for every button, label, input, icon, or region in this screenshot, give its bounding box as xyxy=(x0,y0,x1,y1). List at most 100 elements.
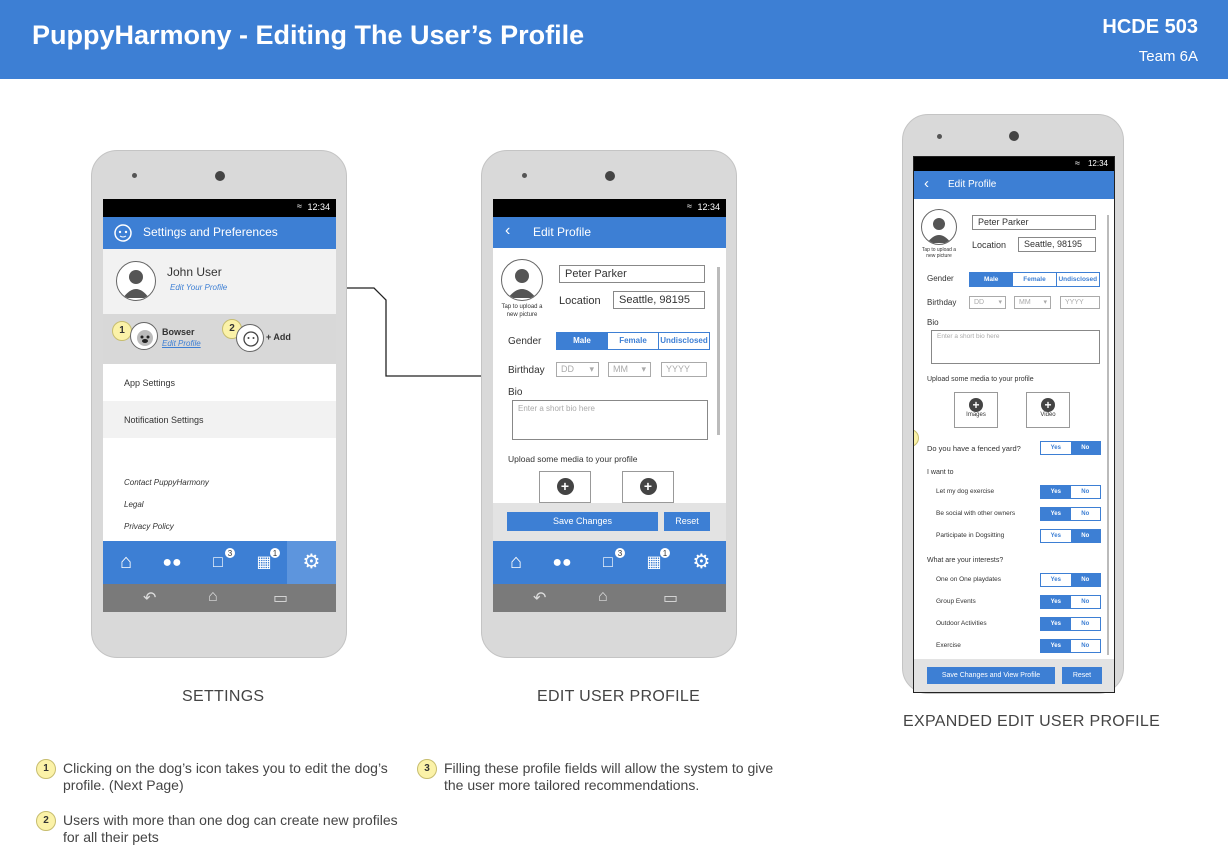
calendar-icon[interactable]: ▦ xyxy=(241,541,287,584)
no-option[interactable]: No xyxy=(1070,442,1100,454)
name-field[interactable]: Peter Parker xyxy=(559,265,705,283)
add-dog-button[interactable]: + Add xyxy=(266,332,291,342)
no-option[interactable]: No xyxy=(1070,486,1100,498)
birthday-year-field[interactable]: YYYY xyxy=(661,362,707,377)
dog-edit-profile-link[interactable]: Edit Profile xyxy=(162,339,201,348)
upload-video-button[interactable]: + Video xyxy=(1026,392,1070,428)
want-item-social: Be social with other owners xyxy=(936,510,1016,517)
note-1-marker: 1 xyxy=(36,759,56,779)
home-button-icon[interactable]: ⌂ xyxy=(208,588,218,606)
gender-female[interactable]: Female xyxy=(1012,273,1056,286)
screen-edit-profile: ≈ 12:34 ‹ Edit Profile Tap to upload a n… xyxy=(493,199,726,612)
sensor-dot xyxy=(937,134,942,139)
gear-icon[interactable]: ⚙ xyxy=(287,541,336,584)
gender-undisclosed[interactable]: Undisclosed xyxy=(1055,273,1099,286)
yes-option[interactable]: Yes xyxy=(1041,618,1071,630)
back-icon[interactable]: ↶ xyxy=(143,588,156,608)
plus-icon: + xyxy=(639,478,657,495)
profile-picture[interactable] xyxy=(921,209,957,245)
yes-option[interactable]: Yes xyxy=(1041,442,1071,454)
edit-your-profile-link[interactable]: Edit Your Profile xyxy=(170,283,227,292)
profile-picture[interactable] xyxy=(501,259,543,301)
interests-label: What are your interests? xyxy=(927,557,1004,564)
images-label: Images xyxy=(966,412,986,418)
upload-video-button[interactable]: + xyxy=(622,471,674,503)
add-dog-avatar[interactable] xyxy=(236,324,264,352)
caption-settings: SETTINGS xyxy=(182,688,265,705)
app-bar: Settings and Preferences xyxy=(103,217,336,249)
people-icon[interactable]: ●● xyxy=(539,541,585,584)
name-field[interactable]: Peter Parker xyxy=(972,215,1096,230)
menu-item-notification-settings[interactable]: Notification Settings xyxy=(103,401,336,438)
note-2-marker: 2 xyxy=(36,811,56,831)
back-arrow-icon[interactable]: ‹ xyxy=(924,175,929,192)
birthday-day-select[interactable]: DD ▾ xyxy=(556,362,599,377)
chevron-down-icon: ▾ xyxy=(641,364,646,374)
user-avatar[interactable] xyxy=(116,261,156,301)
calendar-badge: 1 xyxy=(659,547,671,559)
back-icon[interactable]: ↶ xyxy=(533,588,546,608)
no-option[interactable]: No xyxy=(1070,618,1100,630)
recents-icon[interactable]: ▭ xyxy=(663,588,678,608)
upload-images-button[interactable]: + Images xyxy=(954,392,998,428)
birthday-month-select[interactable]: MM ▾ xyxy=(1014,296,1051,309)
messages-badge: 3 xyxy=(224,547,236,559)
gear-icon[interactable]: ⚙ xyxy=(677,541,726,584)
location-field[interactable]: Seattle, 98195 xyxy=(1018,237,1096,252)
save-and-view-button[interactable]: Save Changes and View Profile xyxy=(927,667,1055,684)
interest-playdates-toggle: Yes No xyxy=(1040,573,1101,587)
messages-icon[interactable]: □ xyxy=(585,541,631,584)
media-label: Upload some media to your profile xyxy=(508,454,638,464)
bio-textarea[interactable]: Enter a short bio here xyxy=(512,400,708,440)
gender-female[interactable]: Female xyxy=(607,333,658,349)
no-option[interactable]: No xyxy=(1070,508,1100,520)
people-icon[interactable]: ●● xyxy=(149,541,195,584)
contact-link[interactable]: Contact PuppyHarmony xyxy=(124,478,209,487)
gender-male[interactable]: Male xyxy=(557,333,607,349)
back-arrow-icon[interactable]: ‹ xyxy=(505,222,510,240)
privacy-policy-link[interactable]: Privacy Policy xyxy=(124,522,174,531)
phone-edit-profile: ≈ 12:34 ‹ Edit Profile Tap to upload a n… xyxy=(481,150,737,658)
no-option[interactable]: No xyxy=(1070,530,1100,542)
upload-images-button[interactable]: + xyxy=(539,471,591,503)
scrollbar[interactable] xyxy=(1107,215,1109,655)
legal-link[interactable]: Legal xyxy=(124,500,144,509)
messages-icon[interactable]: □ xyxy=(195,541,241,584)
gender-undisclosed[interactable]: Undisclosed xyxy=(658,333,709,349)
note-2-text: Users with more than one dog can create … xyxy=(63,812,398,845)
recents-icon[interactable]: ▭ xyxy=(273,588,288,608)
gender-male[interactable]: Male xyxy=(970,273,1013,286)
dog-avatar[interactable] xyxy=(130,322,158,350)
reset-button[interactable]: Reset xyxy=(664,512,710,531)
save-changes-button[interactable]: Save Changes xyxy=(507,512,658,531)
yes-option[interactable]: Yes xyxy=(1041,574,1071,586)
birthday-day-select[interactable]: DD ▾ xyxy=(969,296,1006,309)
status-bar: ≈ 12:34 xyxy=(493,199,726,217)
birthday-year-field[interactable]: YYYY xyxy=(1060,296,1100,309)
yes-option[interactable]: Yes xyxy=(1041,596,1071,608)
home-button-icon[interactable]: ⌂ xyxy=(598,588,608,606)
location-label: Location xyxy=(972,240,1007,250)
no-option[interactable]: No xyxy=(1070,596,1100,608)
yes-option[interactable]: Yes xyxy=(1041,508,1071,520)
calendar-icon[interactable]: ▦ xyxy=(631,541,677,584)
scrollbar[interactable] xyxy=(717,267,720,435)
home-icon[interactable]: ⌂ xyxy=(103,541,149,584)
yes-option[interactable]: Yes xyxy=(1041,486,1071,498)
bio-textarea[interactable]: Enter a short bio here xyxy=(931,330,1100,364)
dog-outline-icon xyxy=(243,331,259,347)
home-icon[interactable]: ⌂ xyxy=(493,541,539,584)
no-option[interactable]: No xyxy=(1070,640,1100,652)
yes-option[interactable]: Yes xyxy=(1041,640,1071,652)
location-field[interactable]: Seattle, 98195 xyxy=(613,291,705,309)
yes-option[interactable]: Yes xyxy=(1041,530,1071,542)
dog-icon xyxy=(137,330,153,346)
interest-group-toggle: Yes No xyxy=(1040,595,1101,609)
no-option[interactable]: No xyxy=(1070,574,1100,586)
menu-item-app-settings[interactable]: App Settings xyxy=(103,364,336,401)
action-bar: Save Changes and View Profile Reset xyxy=(914,659,1114,692)
menu-label: Notification Settings xyxy=(124,415,204,425)
wifi-icon: ≈ xyxy=(297,201,302,211)
reset-button[interactable]: Reset xyxy=(1062,667,1102,684)
birthday-month-select[interactable]: MM ▾ xyxy=(608,362,651,377)
